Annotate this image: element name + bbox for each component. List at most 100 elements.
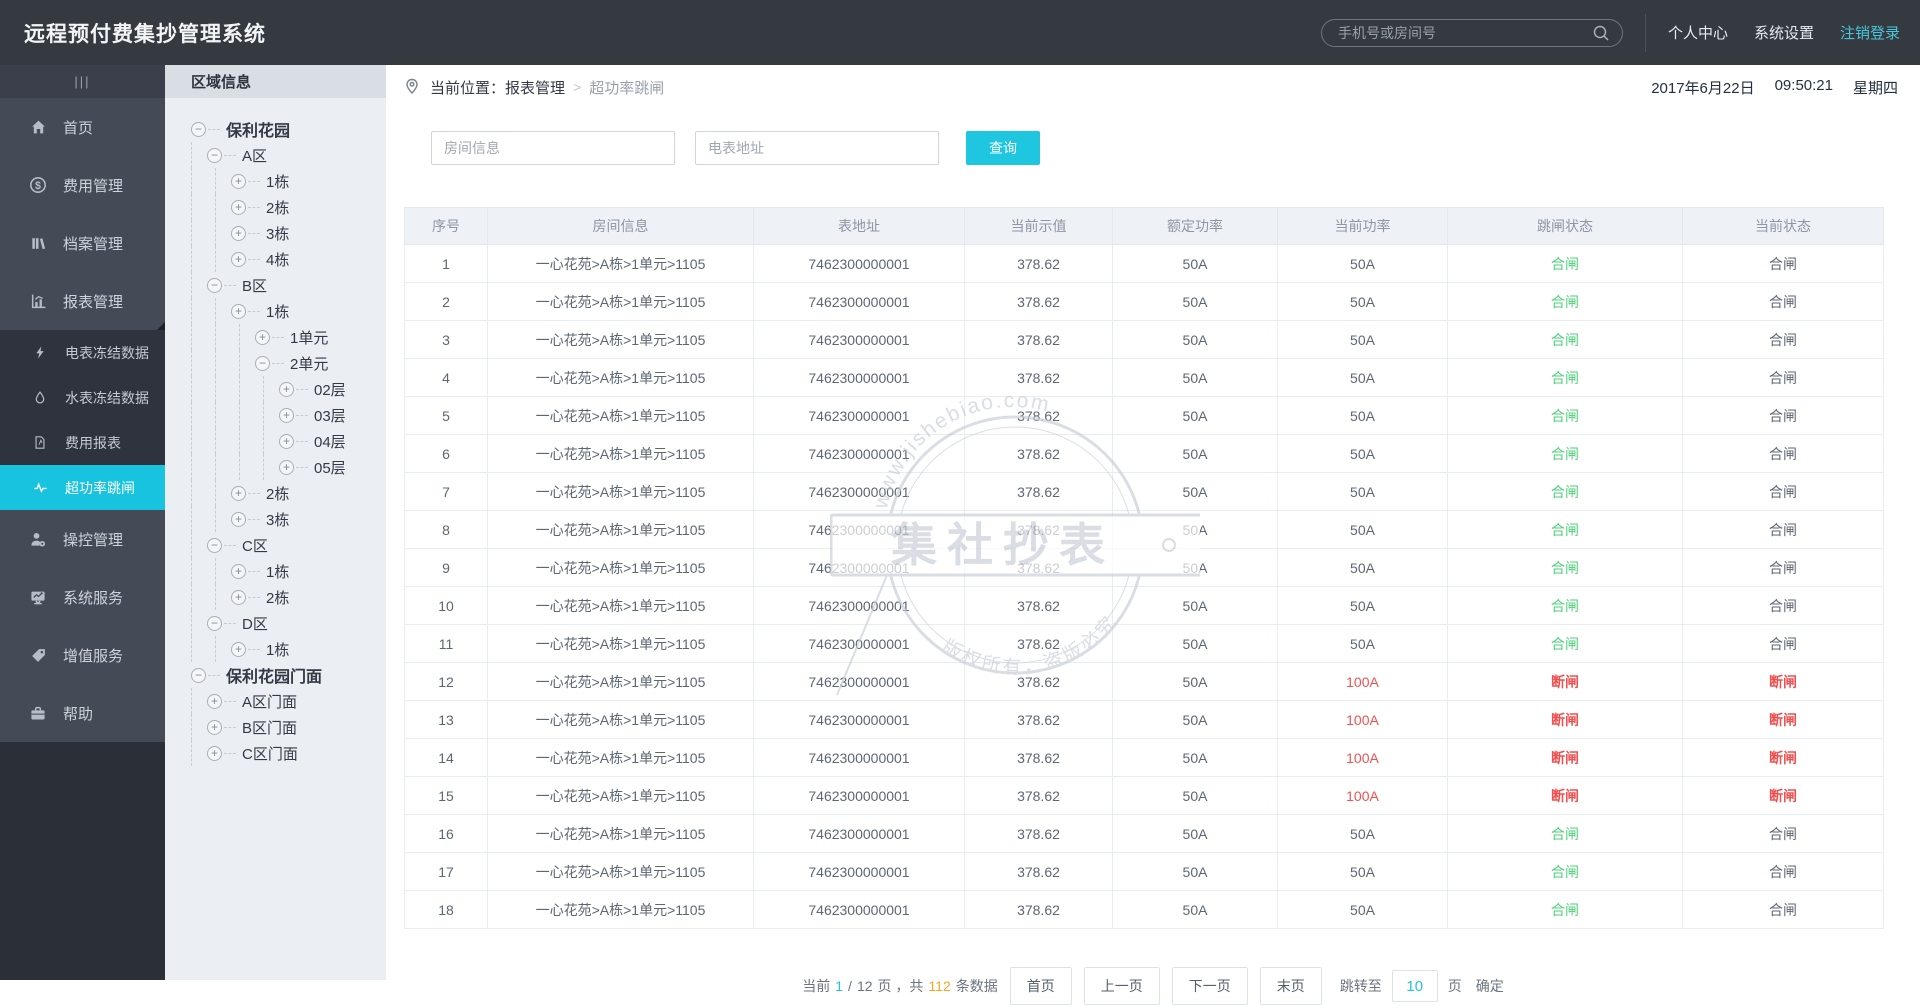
tree-collapse-icon[interactable]: − xyxy=(255,355,270,371)
tree-node-label[interactable]: 02层 xyxy=(314,379,346,400)
tree-node[interactable]: +1栋 xyxy=(191,636,386,662)
tree-node-label[interactable]: D区 xyxy=(242,613,268,634)
link-profile[interactable]: 个人中心 xyxy=(1668,22,1728,43)
tree-node[interactable]: +03层 xyxy=(191,402,386,428)
room-info-input[interactable] xyxy=(431,131,675,165)
tree-node[interactable]: − A区 xyxy=(191,142,386,168)
tree-node[interactable]: +3栋 xyxy=(191,220,386,246)
tree-node-label[interactable]: 2栋 xyxy=(266,587,289,608)
next-page-button[interactable]: 下一页 xyxy=(1171,967,1248,1005)
tree-node-label[interactable]: 1栋 xyxy=(266,639,289,660)
tree-node[interactable]: + B区门面 xyxy=(191,714,386,740)
sidebar-item-fee[interactable]: $ 费用管理 xyxy=(0,156,165,214)
tree-collapse-icon[interactable]: − xyxy=(191,667,206,683)
tree-node[interactable]: − D区 xyxy=(191,610,386,636)
tree-node[interactable]: +1栋 xyxy=(191,558,386,584)
sidebar-item-system[interactable]: 系统服务 xyxy=(0,568,165,626)
sidebar-item-water-freeze[interactable]: 水表冻结数据 xyxy=(0,375,165,420)
query-button[interactable]: 查询 xyxy=(966,131,1040,165)
jump-page-input[interactable] xyxy=(1391,970,1438,1002)
sidebar-item-control[interactable]: 操控管理 xyxy=(0,510,165,568)
tree-expand-icon[interactable]: + xyxy=(231,251,246,267)
tree-node[interactable]: +4栋 xyxy=(191,246,386,272)
tree-node-label[interactable]: 2单元 xyxy=(290,353,328,374)
tree-expand-icon[interactable]: + xyxy=(231,225,246,241)
tree-node[interactable]: +1栋 xyxy=(191,168,386,194)
tree-expand-icon[interactable]: + xyxy=(231,641,246,657)
tree-expand-icon[interactable]: + xyxy=(279,407,294,423)
tree-collapse-icon[interactable]: − xyxy=(191,121,206,137)
tree-expand-icon[interactable]: + xyxy=(207,693,222,709)
tree-node-label[interactable]: 1栋 xyxy=(266,171,289,192)
tree-node-label[interactable]: B区 xyxy=(242,275,267,296)
sidebar-item-help[interactable]: 帮助 xyxy=(0,684,165,742)
meter-address-input[interactable] xyxy=(695,131,939,165)
tree-expand-icon[interactable]: + xyxy=(231,303,246,319)
tree-collapse-icon[interactable]: − xyxy=(207,615,222,631)
tree-node[interactable]: − 2单元 xyxy=(191,350,386,376)
tree-node-label[interactable]: 保利花园门面 xyxy=(226,663,322,687)
tree-expand-icon[interactable]: + xyxy=(231,485,246,501)
tree-node-label[interactable]: A区 xyxy=(242,145,267,166)
tree-node[interactable]: +1单元 xyxy=(191,324,386,350)
tree-node-label[interactable]: 3栋 xyxy=(266,223,289,244)
tree-node[interactable]: − C区 xyxy=(191,532,386,558)
tree-node-label[interactable]: 04层 xyxy=(314,431,346,452)
tree-node-label[interactable]: 2栋 xyxy=(266,197,289,218)
tree-node[interactable]: − 保利花园门面 xyxy=(191,662,386,688)
tree-node-label[interactable]: 保利花园 xyxy=(226,117,290,141)
tree-collapse-icon[interactable]: − xyxy=(207,147,222,163)
last-page-button[interactable]: 末页 xyxy=(1259,967,1322,1005)
tree-node-label[interactable]: 1栋 xyxy=(266,301,289,322)
tree-node[interactable]: − 保利花园 xyxy=(191,116,386,142)
tree-node-label[interactable]: B区门面 xyxy=(242,717,297,738)
tree-expand-icon[interactable]: + xyxy=(231,199,246,215)
link-settings[interactable]: 系统设置 xyxy=(1754,22,1814,43)
tree-node-label[interactable]: 03层 xyxy=(314,405,346,426)
tree-expand-icon[interactable]: + xyxy=(207,719,222,735)
tree-node[interactable]: +2栋 xyxy=(191,584,386,610)
tree-node[interactable]: +02层 xyxy=(191,376,386,402)
search-icon[interactable] xyxy=(1592,24,1610,47)
confirm-jump-button[interactable]: 确定 xyxy=(1476,976,1504,996)
tree-node[interactable]: +1栋 xyxy=(191,298,386,324)
tree-node-label[interactable]: 1栋 xyxy=(266,561,289,582)
tree-node[interactable]: +2栋 xyxy=(191,194,386,220)
tree-expand-icon[interactable]: + xyxy=(279,381,294,397)
sidebar-collapse-toggle[interactable]: ||| xyxy=(0,65,165,98)
tree-node[interactable]: + A区门面 xyxy=(191,688,386,714)
tree-expand-icon[interactable]: + xyxy=(279,459,294,475)
tree-node[interactable]: +2栋 xyxy=(191,480,386,506)
global-search-input[interactable] xyxy=(1320,18,1623,47)
tree-expand-icon[interactable]: + xyxy=(231,589,246,605)
tree-expand-icon[interactable]: + xyxy=(207,745,222,761)
sidebar-item-fee-report[interactable]: 费用报表 xyxy=(0,420,165,465)
tree-node-label[interactable]: 1单元 xyxy=(290,327,328,348)
tree-node[interactable]: +04层 xyxy=(191,428,386,454)
tree-node-label[interactable]: 05层 xyxy=(314,457,346,478)
tree-node-label[interactable]: 4栋 xyxy=(266,249,289,270)
tree-collapse-icon[interactable]: − xyxy=(207,277,222,293)
tree-node-label[interactable]: A区门面 xyxy=(242,691,297,712)
tree-node-label[interactable]: C区 xyxy=(242,535,268,556)
tree-node[interactable]: − B区 xyxy=(191,272,386,298)
tree-expand-icon[interactable]: + xyxy=(231,563,246,579)
tree-node[interactable]: +3栋 xyxy=(191,506,386,532)
sidebar-item-home[interactable]: 首页 xyxy=(0,98,165,156)
tree-expand-icon[interactable]: + xyxy=(255,329,270,345)
first-page-button[interactable]: 首页 xyxy=(1009,967,1072,1005)
tree-node[interactable]: +05层 xyxy=(191,454,386,480)
tree-expand-icon[interactable]: + xyxy=(279,433,294,449)
sidebar-item-report[interactable]: 报表管理 xyxy=(0,272,165,330)
sidebar-item-archive[interactable]: 档案管理 xyxy=(0,214,165,272)
tree-expand-icon[interactable]: + xyxy=(231,173,246,189)
tree-node-label[interactable]: 3栋 xyxy=(266,509,289,530)
sidebar-item-meter-freeze[interactable]: 电表冻结数据 xyxy=(0,330,165,375)
prev-page-button[interactable]: 上一页 xyxy=(1083,967,1160,1005)
sidebar-item-value-added[interactable]: 增值服务 xyxy=(0,626,165,684)
sidebar-item-over-power[interactable]: 超功率跳闸 xyxy=(0,465,165,510)
tree-node[interactable]: + C区门面 xyxy=(191,740,386,766)
link-logout[interactable]: 注销登录 xyxy=(1840,22,1900,43)
tree-collapse-icon[interactable]: − xyxy=(207,537,222,553)
tree-node-label[interactable]: 2栋 xyxy=(266,483,289,504)
